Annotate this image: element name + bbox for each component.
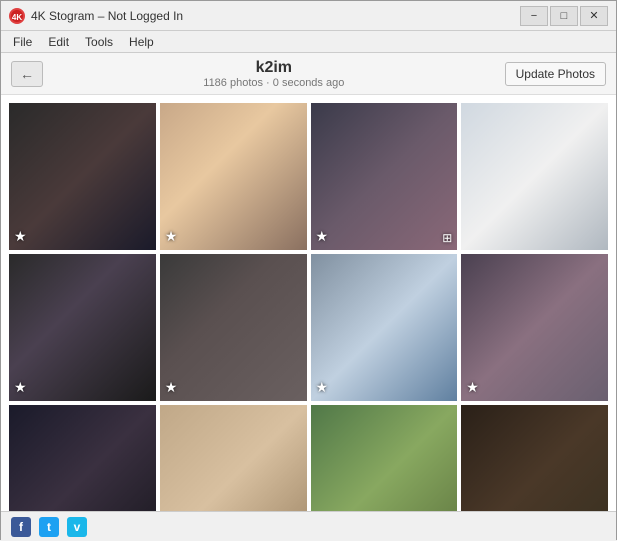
photo-cell[interactable] [461, 103, 608, 250]
menu-help[interactable]: Help [121, 33, 162, 51]
photo-cell[interactable]: ★ [461, 405, 608, 512]
photo-cell[interactable]: ★ [160, 103, 307, 250]
menu-bar: File Edit Tools Help [1, 31, 616, 53]
bottom-bar: f t v [1, 511, 616, 541]
menu-tools[interactable]: Tools [77, 33, 121, 51]
facebook-icon[interactable]: f [11, 517, 31, 537]
photo-cell[interactable]: ★ [9, 103, 156, 250]
star-icon: ★ [14, 379, 27, 396]
svg-text:4K: 4K [12, 13, 22, 22]
menu-file[interactable]: File [5, 33, 40, 51]
profile-name: k2im [43, 59, 505, 77]
window-controls: − □ ✕ [520, 6, 608, 26]
photo-cell[interactable]: ★⊞ [311, 405, 458, 512]
window-title: 4K Stogram – Not Logged In [31, 9, 520, 23]
photo-cell[interactable]: ★⊞ [311, 103, 458, 250]
close-button[interactable]: ✕ [580, 6, 608, 26]
minimize-button[interactable]: − [520, 6, 548, 26]
photo-cell[interactable]: ★ [311, 254, 458, 401]
album-icon: ⊞ [442, 231, 452, 245]
menu-edit[interactable]: Edit [40, 33, 77, 51]
toolbar: ← k2im 1186 photos · 0 seconds ago Updat… [1, 53, 616, 95]
title-bar: 4K 4K Stogram – Not Logged In − □ ✕ [1, 1, 616, 31]
twitter-icon[interactable]: t [39, 517, 59, 537]
photo-cell[interactable]: ★ [461, 254, 608, 401]
star-icon: ★ [14, 228, 27, 245]
photo-cell[interactable]: ★ [9, 254, 156, 401]
photo-cell[interactable] [160, 405, 307, 512]
star-icon: ★ [165, 228, 178, 245]
photo-grid: ★★★⊞★★★★★★⊞★ [9, 103, 608, 511]
maximize-button[interactable]: □ [550, 6, 578, 26]
update-photos-button[interactable]: Update Photos [505, 62, 606, 86]
star-icon: ★ [316, 379, 329, 396]
vimeo-icon[interactable]: v [67, 517, 87, 537]
star-icon: ★ [165, 379, 178, 396]
profile-meta: 1186 photos · 0 seconds ago [43, 77, 505, 89]
photo-cell[interactable]: ★ [160, 254, 307, 401]
photo-cell[interactable]: ★ [9, 405, 156, 512]
star-icon: ★ [466, 379, 479, 396]
star-icon: ★ [316, 228, 329, 245]
back-button[interactable]: ← [11, 61, 43, 87]
photo-grid-container[interactable]: ★★★⊞★★★★★★⊞★ [1, 95, 616, 511]
app-icon: 4K [9, 8, 25, 24]
profile-info: k2im 1186 photos · 0 seconds ago [43, 59, 505, 89]
